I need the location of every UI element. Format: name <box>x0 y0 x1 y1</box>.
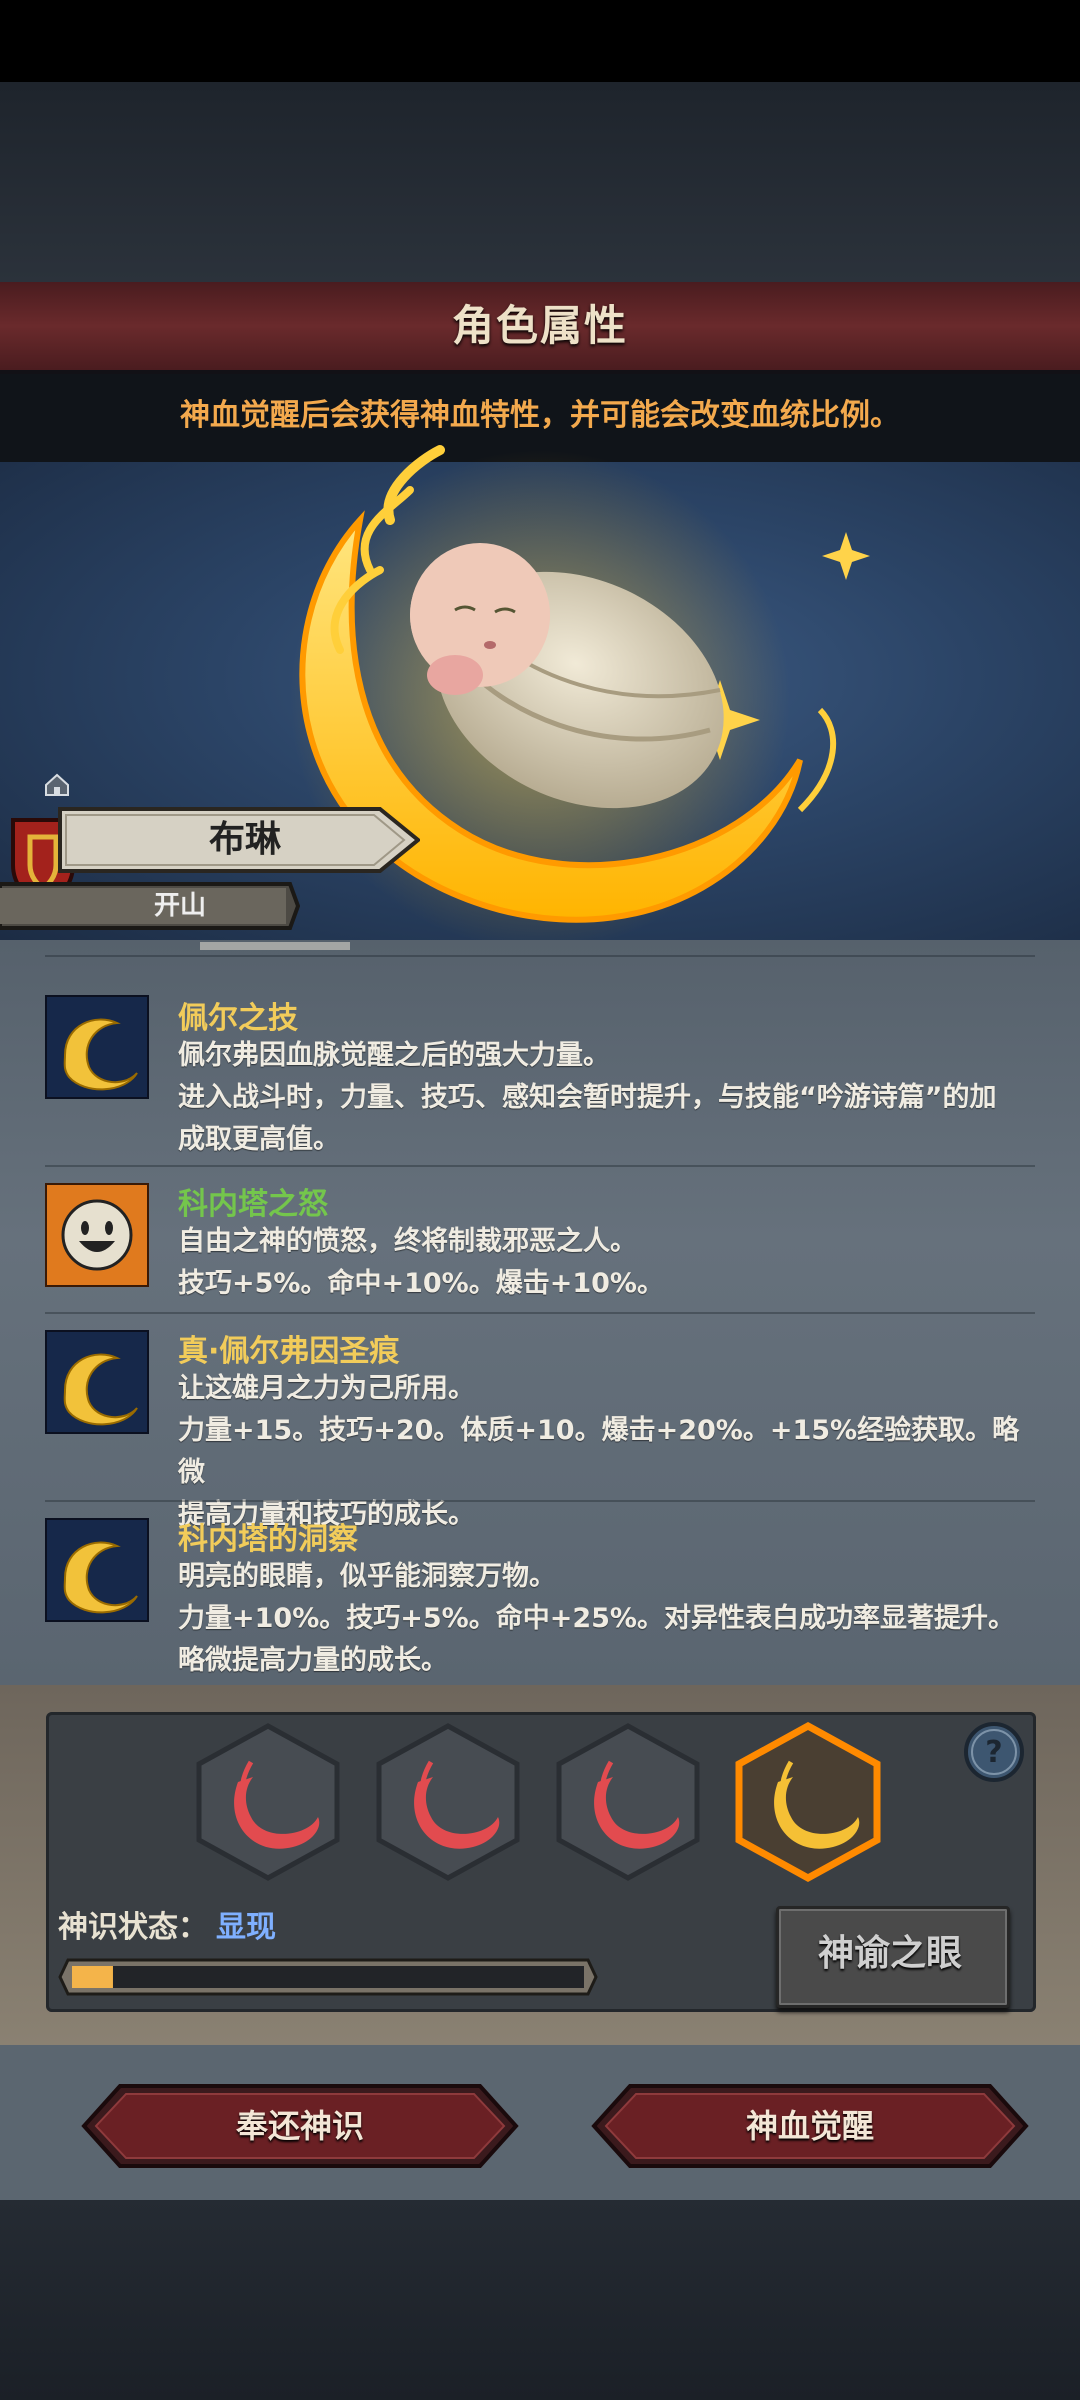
oracle-eye-button-label: 神谕之眼 <box>817 1933 962 1974</box>
red-crescent-icon[interactable] <box>553 1722 703 1882</box>
status-value: 显现 <box>216 1910 276 1945</box>
trait-description: 自由之神的愤怒，终将制裁邪恶之人。 技巧+5%。命中+10%。爆击+10%。 <box>178 1226 664 1299</box>
trait-item[interactable]: 佩尔之技 佩尔弗因血脉觉醒之后的强大力量。 进入战斗时，力量、技巧、感知会暂时提… <box>0 985 1080 1165</box>
blood-awakening-label: 神血觉醒 <box>745 2107 874 2145</box>
character-name: 布琳 <box>208 819 281 860</box>
help-icon[interactable]: ? <box>962 1720 1026 1784</box>
top-status-bar <box>0 0 1080 82</box>
trait-title: 科内塔之怒 <box>178 1187 328 1222</box>
red-crescent-icon[interactable] <box>373 1722 523 1882</box>
character-rank: 开山 <box>153 891 206 921</box>
trait-item[interactable]: 真·佩尔弗因圣痕 让这雄月之力为己所用。 力量+15。技巧+20。体质+10。爆… <box>0 1320 1080 1530</box>
crescent-moon-icon <box>45 1330 149 1434</box>
svg-text:?: ? <box>985 1735 1002 1770</box>
divider <box>45 1500 1035 1502</box>
smiling-sun-icon <box>45 1183 149 1287</box>
trait-title: 科内塔的洞察 <box>178 1522 358 1557</box>
trait-title: 佩尔之技 <box>178 1001 298 1036</box>
trait-description: 明亮的眼睛，似乎能洞察万物。 力量+10%。技巧+5%。命中+25%。对异性表白… <box>178 1561 1015 1676</box>
gold-crescent-icon[interactable] <box>733 1722 883 1882</box>
trait-item[interactable]: 科内塔之怒 自由之神的愤怒，终将制裁邪恶之人。 技巧+5%。命中+10%。爆击+… <box>0 1175 1080 1310</box>
trait-title: 真·佩尔弗因圣痕 <box>178 1334 400 1369</box>
clipped-text-top <box>200 942 350 950</box>
crescent-moon-icon <box>45 995 149 1099</box>
background-lower <box>0 2200 1080 2400</box>
red-crescent-icon[interactable] <box>193 1722 343 1882</box>
return-divinity-label: 奉还神识 <box>235 2107 364 2145</box>
home-icon <box>45 773 69 796</box>
divinity-progress-bar <box>58 1958 598 1996</box>
background-upper <box>0 82 1080 282</box>
status-label: 神识状态： <box>58 1910 208 1945</box>
trait-item[interactable]: 科内塔的洞察 明亮的眼睛，似乎能洞察万物。 力量+10%。技巧+5%。命中+25… <box>0 1508 1080 1688</box>
page-title: 角色属性 <box>451 301 628 350</box>
crescent-moon-icon <box>45 1518 149 1622</box>
divider <box>45 1312 1035 1314</box>
divider <box>45 955 1035 957</box>
divider <box>45 1165 1035 1167</box>
trait-description: 佩尔弗因血脉觉醒之后的强大力量。 进入战斗时，力量、技巧、感知会暂时提升，与技能… <box>178 1040 997 1155</box>
